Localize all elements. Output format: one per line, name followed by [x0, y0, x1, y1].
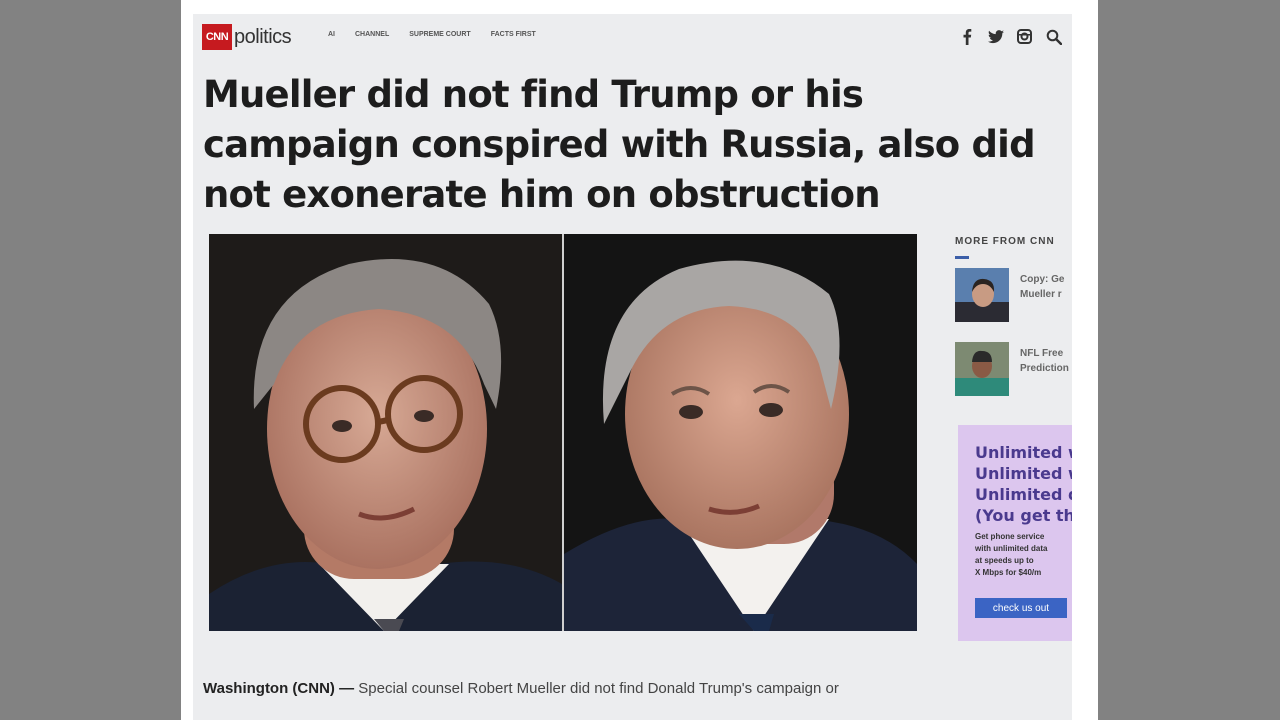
ad-line: (You get the: [975, 506, 1072, 525]
social-links: [958, 28, 1062, 45]
advertisement[interactable]: Unlimited w Unlimited w Unlimited d (You…: [958, 425, 1072, 641]
ad-body-line: at speeds up to: [975, 556, 1034, 565]
rail-item[interactable]: Copy: Ge Mueller r: [955, 268, 1072, 322]
nav-link-ai[interactable]: AI: [328, 31, 335, 38]
ad-headline: Unlimited w Unlimited w Unlimited d (You…: [975, 442, 1072, 526]
rail-rule: [955, 256, 969, 259]
cnn-politics-logo[interactable]: CNN politics: [202, 24, 292, 50]
dateline: Washington (CNN) —: [203, 680, 355, 697]
rail-item-line: NFL Free: [1020, 348, 1064, 359]
image-divider: [562, 234, 564, 631]
article-headline: Mueller did not find Trump or his campai…: [203, 73, 1036, 216]
rail-item-text: Copy: Ge Mueller r: [1020, 272, 1072, 302]
article-lede: Washington (CNN) — Special counsel Rober…: [203, 678, 1063, 700]
facebook-icon[interactable]: [958, 28, 975, 45]
search-icon[interactable]: [1045, 28, 1062, 45]
instagram-icon[interactable]: [1016, 28, 1033, 45]
ad-body: Get phone service with unlimited data at…: [975, 531, 1047, 579]
section-name: politics: [234, 25, 292, 48]
hero-image: [209, 234, 917, 631]
twitter-icon[interactable]: [987, 28, 1004, 45]
rail-item-line: Mueller r: [1020, 289, 1062, 300]
ad-body-line: with unlimited data: [975, 544, 1048, 553]
nav-link-channel[interactable]: CHANNEL: [355, 31, 389, 38]
ad-cta-button[interactable]: check us out: [975, 598, 1067, 618]
ad-body-line: Get phone service: [975, 532, 1045, 541]
rail-item-line: Copy: Ge: [1020, 274, 1065, 285]
nav-links: AI CHANNEL SUPREME COURT FACTS FIRST: [328, 31, 536, 38]
article-page: CNN politics AI CHANNEL SUPREME COURT FA…: [193, 14, 1072, 720]
nav-link-supreme-court[interactable]: SUPREME COURT: [409, 31, 470, 38]
top-nav: CNN politics AI CHANNEL SUPREME COURT FA…: [193, 14, 1072, 60]
rail-item-line: Prediction: [1020, 363, 1069, 374]
ad-line: Unlimited w: [975, 464, 1072, 483]
screenshot-frame: CNN politics AI CHANNEL SUPREME COURT FA…: [181, 0, 1098, 720]
rail-thumbnail: [955, 342, 1009, 396]
rail-item[interactable]: NFL Free Prediction: [955, 342, 1072, 396]
rail-item-text: NFL Free Prediction: [1020, 346, 1072, 376]
nav-link-facts-first[interactable]: FACTS FIRST: [491, 31, 536, 38]
ad-line: Unlimited w: [975, 443, 1072, 462]
ad-line: Unlimited d: [975, 485, 1072, 504]
rail-thumbnail: [955, 268, 1009, 322]
cnn-logo-mark: CNN: [202, 24, 232, 50]
rail-title: MORE FROM CNN: [955, 236, 1055, 247]
ad-body-line: X Mbps for $40/m: [975, 568, 1042, 577]
lede-text: Special counsel Robert Mueller did not f…: [354, 680, 839, 697]
